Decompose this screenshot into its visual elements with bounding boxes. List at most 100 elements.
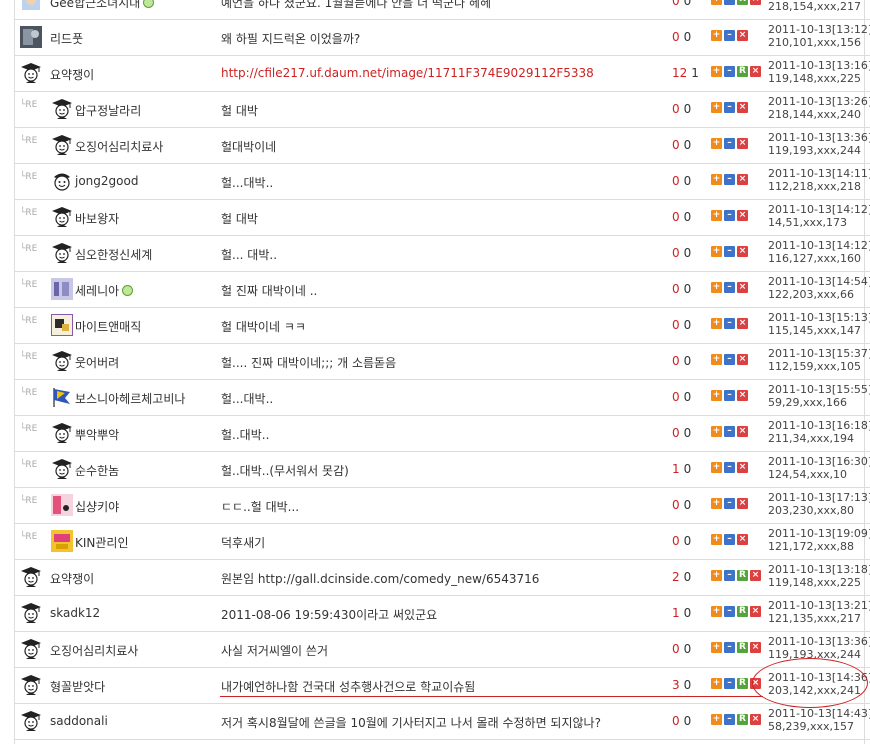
delete-button[interactable]: × — [750, 642, 761, 653]
upvote-button[interactable]: + — [711, 210, 722, 221]
downvote-button[interactable]: – — [724, 606, 735, 617]
delete-button[interactable]: × — [750, 570, 761, 581]
delete-button[interactable]: × — [737, 318, 748, 329]
nickname-text[interactable]: saddonali — [50, 714, 108, 728]
nickname-text[interactable]: 마이트앤매직 — [75, 320, 141, 334]
delete-button[interactable]: × — [737, 426, 748, 437]
nickname-text[interactable]: 십샹키야 — [75, 500, 119, 514]
nickname[interactable]: 세레니아 — [75, 282, 134, 299]
nickname[interactable]: saddonali — [50, 714, 108, 728]
upvote-button[interactable]: + — [711, 534, 722, 545]
reply-button[interactable]: R — [737, 678, 748, 689]
downvote-button[interactable]: – — [724, 642, 735, 653]
nickname-text[interactable]: 형꼴받앗다 — [50, 680, 105, 694]
nickname[interactable]: skadk12 — [50, 606, 100, 620]
downvote-button[interactable]: – — [724, 282, 735, 293]
upvote-button[interactable]: + — [711, 318, 722, 329]
nickname-text[interactable]: 압구정날라리 — [75, 104, 141, 118]
reply-button[interactable]: R — [737, 642, 748, 653]
nickname-text[interactable]: 요약쟁이 — [50, 68, 94, 82]
delete-button[interactable]: × — [737, 462, 748, 473]
nickname-text[interactable]: 오징어심리치료사 — [50, 644, 138, 658]
delete-button[interactable]: × — [750, 66, 761, 77]
nickname[interactable]: 십샹키야 — [75, 498, 119, 515]
upvote-button[interactable]: + — [711, 282, 722, 293]
upvote-button[interactable]: + — [711, 426, 722, 437]
nickname[interactable]: 보스니아헤르체고비나 — [75, 390, 185, 407]
nickname-text[interactable]: 보스니아헤르체고비나 — [75, 392, 185, 406]
upvote-button[interactable]: + — [711, 606, 722, 617]
nickname[interactable]: 바보왕자 — [75, 210, 119, 227]
delete-button[interactable]: × — [737, 498, 748, 509]
downvote-button[interactable]: – — [724, 138, 735, 149]
upvote-button[interactable]: + — [711, 102, 722, 113]
comment-link[interactable]: http://cfile217.uf.daum.net/image/11711F… — [221, 66, 594, 80]
delete-button[interactable]: × — [737, 174, 748, 185]
upvote-button[interactable]: + — [711, 246, 722, 257]
downvote-button[interactable]: – — [724, 534, 735, 545]
nickname[interactable]: KIN관리인 — [75, 534, 129, 551]
upvote-button[interactable]: + — [711, 714, 722, 725]
delete-button[interactable]: × — [737, 534, 748, 545]
downvote-button[interactable]: – — [724, 462, 735, 473]
nickname-text[interactable]: Gee합근소녀시대 — [50, 0, 140, 10]
nickname[interactable]: jong2good — [75, 174, 138, 188]
delete-button[interactable]: × — [737, 210, 748, 221]
downvote-button[interactable]: – — [724, 66, 735, 77]
upvote-button[interactable]: + — [711, 498, 722, 509]
upvote-button[interactable]: + — [711, 66, 722, 77]
nickname[interactable]: 오징어심리치료사 — [75, 138, 163, 155]
upvote-button[interactable]: + — [711, 354, 722, 365]
nickname[interactable]: 마이트앤매직 — [75, 318, 141, 335]
nickname[interactable]: 심오한정신세계 — [75, 246, 152, 263]
delete-button[interactable]: × — [750, 714, 761, 725]
downvote-button[interactable]: – — [724, 426, 735, 437]
nickname-text[interactable]: 요약쟁이 — [50, 572, 94, 586]
downvote-button[interactable]: – — [724, 498, 735, 509]
nickname-text[interactable]: jong2good — [75, 174, 138, 188]
downvote-button[interactable]: – — [724, 354, 735, 365]
downvote-button[interactable]: – — [724, 102, 735, 113]
nickname-text[interactable]: 심오한정신세계 — [75, 248, 152, 262]
reply-button[interactable]: R — [737, 570, 748, 581]
reply-button[interactable]: R — [737, 606, 748, 617]
downvote-button[interactable]: – — [724, 318, 735, 329]
nickname-text[interactable]: 세레니아 — [75, 284, 119, 298]
upvote-button[interactable]: + — [711, 174, 722, 185]
reply-button[interactable]: R — [737, 66, 748, 77]
downvote-button[interactable]: – — [724, 570, 735, 581]
nickname[interactable]: 뿌악뿌악 — [75, 426, 119, 443]
downvote-button[interactable]: – — [724, 390, 735, 401]
downvote-button[interactable]: – — [724, 678, 735, 689]
upvote-button[interactable]: + — [711, 570, 722, 581]
delete-button[interactable]: × — [737, 354, 748, 365]
upvote-button[interactable]: + — [711, 678, 722, 689]
nickname[interactable]: 웃어버려 — [75, 354, 119, 371]
nickname[interactable]: Gee합근소녀시대 — [50, 0, 155, 11]
downvote-button[interactable]: – — [724, 210, 735, 221]
downvote-button[interactable]: – — [724, 714, 735, 725]
nickname[interactable]: 압구정날라리 — [75, 102, 141, 119]
reply-button[interactable]: R — [737, 0, 748, 5]
reply-button[interactable]: R — [737, 714, 748, 725]
delete-button[interactable]: × — [737, 282, 748, 293]
nickname-text[interactable]: 오징어심리치료사 — [75, 140, 163, 154]
nickname-text[interactable]: 뿌악뿌악 — [75, 428, 119, 442]
downvote-button[interactable]: – — [724, 30, 735, 41]
delete-button[interactable]: × — [737, 246, 748, 257]
nickname-text[interactable]: skadk12 — [50, 606, 100, 620]
upvote-button[interactable]: + — [711, 138, 722, 149]
upvote-button[interactable]: + — [711, 390, 722, 401]
upvote-button[interactable]: + — [711, 0, 722, 5]
delete-button[interactable]: × — [737, 30, 748, 41]
upvote-button[interactable]: + — [711, 30, 722, 41]
delete-button[interactable]: × — [737, 390, 748, 401]
nickname[interactable]: 요약쟁이 — [50, 570, 94, 587]
nickname-text[interactable]: 바보왕자 — [75, 212, 119, 226]
nickname-text[interactable]: KIN관리인 — [75, 536, 129, 550]
delete-button[interactable]: × — [737, 138, 748, 149]
downvote-button[interactable]: – — [724, 0, 735, 5]
delete-button[interactable]: × — [750, 606, 761, 617]
nickname[interactable]: 리드풋 — [50, 30, 83, 47]
nickname[interactable]: 오징어심리치료사 — [50, 642, 138, 659]
